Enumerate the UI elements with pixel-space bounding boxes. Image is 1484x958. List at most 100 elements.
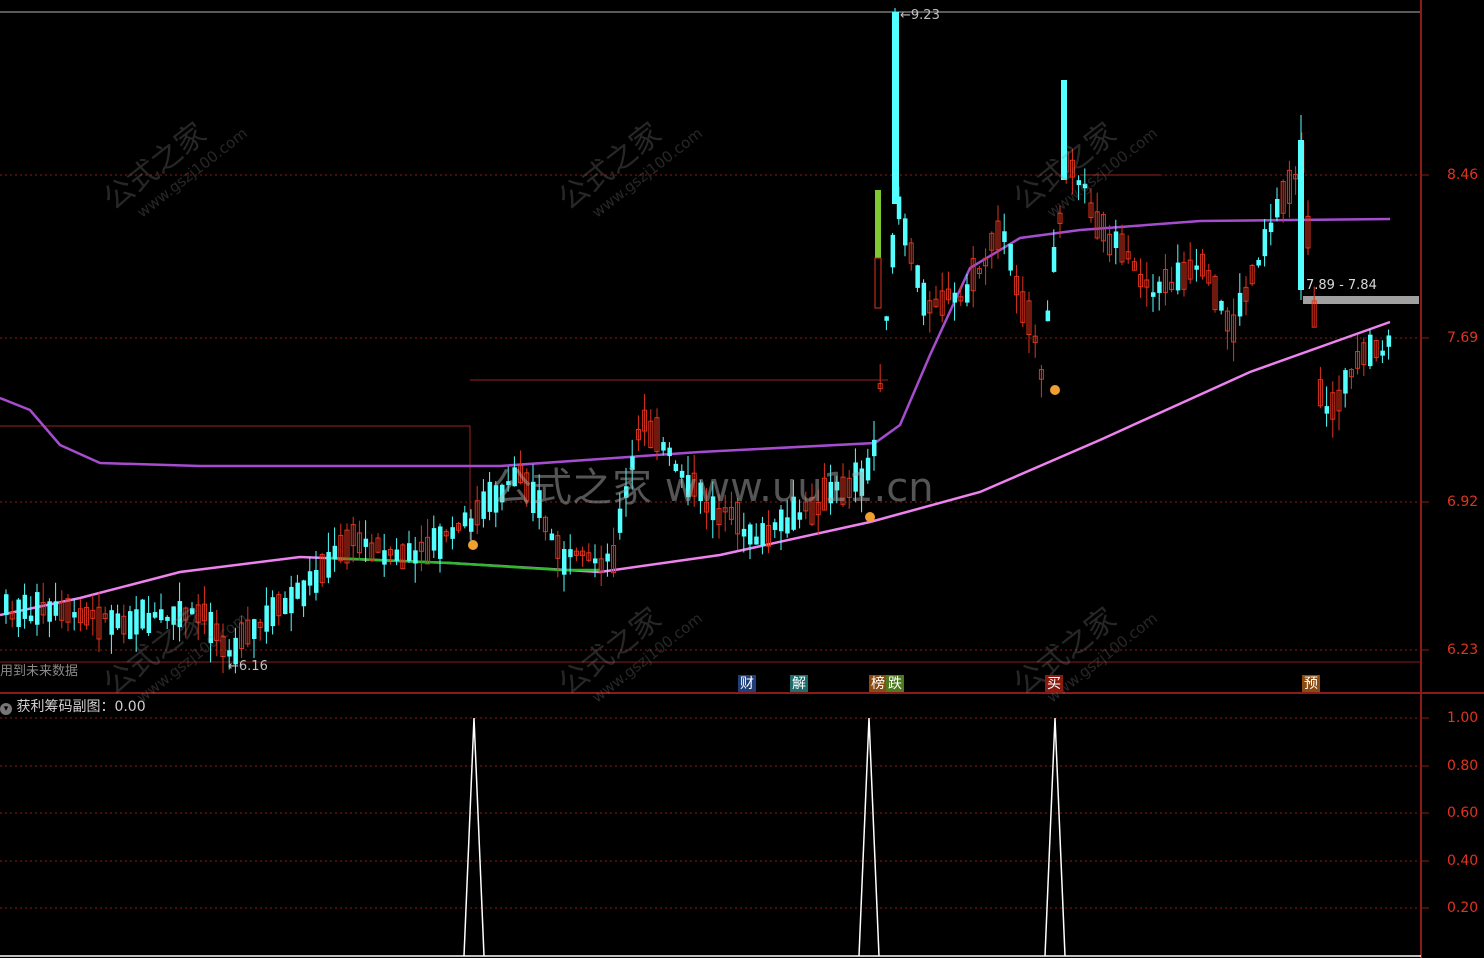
candle-body [4,594,9,616]
candle-body [1082,183,1088,189]
signal-marker[interactable]: 榜 [869,675,887,692]
ma-mid-line [0,217,1391,468]
sub-y-tick-label: 0.20 [1447,900,1479,916]
candle-body [1380,350,1385,356]
candle-body [35,592,40,625]
candle-body [1256,259,1261,266]
candle-body [382,550,387,565]
candle-body [208,611,214,644]
candle-body [1275,198,1280,218]
y-tick-label: 6.92 [1447,494,1479,510]
candle-body [921,282,927,316]
y-tick-label: 8.46 [1447,167,1479,183]
hand-pointer-icon [468,540,478,550]
candle-body [710,496,716,521]
collapse-icon[interactable]: ▾ [0,703,12,715]
candle-body [537,490,542,518]
candle-body [146,612,152,634]
signal-marker[interactable]: 解 [790,675,808,692]
candle-body [673,463,679,471]
candle-body [407,543,412,561]
candle-body [772,522,778,530]
sub-y-tick-label: 0.60 [1447,805,1479,821]
candle-body [177,601,183,628]
candle-body [450,527,455,539]
candle-body [791,496,796,530]
y-tick-label: 6.23 [1447,642,1479,658]
candle-body [834,481,840,491]
candle-body [1368,334,1373,367]
candle-body [1219,300,1224,311]
candle-body [227,650,232,657]
candle-body [307,571,313,586]
candle-body [252,619,257,639]
candle-body [1076,180,1082,186]
candle-body [16,599,21,628]
candle-body [624,486,629,498]
candle-body [859,468,865,496]
candle-body [159,609,164,621]
candle-body [853,462,858,492]
range-label: 7.89 - 7.84 [1306,278,1377,293]
sub-panel-title[interactable]: ▾ 获利筹码副图：0.00 [0,696,146,716]
candle-body [314,569,319,593]
candle-body [952,292,958,303]
candle-body [270,597,276,627]
candle-body [754,536,759,545]
candle-body [1386,335,1392,347]
candle-body [128,611,133,639]
candle-body [506,481,511,486]
profit-spike [858,717,880,957]
candle-body [875,190,881,258]
main-grid [0,0,1484,958]
hand-pointer-icon [865,512,875,522]
candle-body [1113,231,1119,248]
sub-y-tick-label: 1.00 [1447,710,1479,726]
candle-body [1151,292,1156,297]
candle-body [679,470,685,478]
range-bar [1303,296,1419,304]
candle-body [630,456,635,470]
candle-body [568,549,573,558]
candle-body [469,518,474,532]
candle-body [363,538,369,547]
candle-body [903,218,908,246]
candle-body [394,549,400,561]
candle-body [1175,262,1181,291]
candle-body [549,533,555,541]
candle-body [171,606,176,625]
candle-body [1194,265,1199,270]
candle-body [884,316,889,321]
stock-chart[interactable] [0,0,1484,958]
y-tick-label: 7.69 [1447,330,1479,346]
candle-body [72,612,77,618]
candle-body [874,257,882,309]
candle-body [512,467,517,487]
sub-y-tick-label: 0.80 [1447,758,1479,774]
candle-body [562,549,567,575]
candle-body [493,485,499,513]
candle-body [1343,370,1348,394]
candle-body [605,553,610,562]
box-line [0,425,471,540]
candle-body [295,582,300,599]
signal-marker[interactable]: 跌 [886,675,904,692]
candle-body [760,523,765,546]
candle-body [438,526,443,559]
candle-body [1008,243,1013,271]
candle-body [332,545,338,560]
future-data-note: 用到未来数据 [0,664,79,679]
candle-body [667,447,672,457]
signal-marker[interactable]: 财 [738,675,756,692]
signal-marker[interactable]: 预 [1302,675,1320,692]
candle-body [1061,80,1067,180]
candle-body [190,608,195,615]
candle-body [698,482,703,502]
profit-spike [1044,717,1066,957]
candle-body [326,551,331,578]
candle-body [264,605,269,632]
signal-marker[interactable]: 买 [1045,675,1063,692]
candle-body [872,439,877,457]
candle-body [661,442,666,451]
candle-body [53,601,59,616]
